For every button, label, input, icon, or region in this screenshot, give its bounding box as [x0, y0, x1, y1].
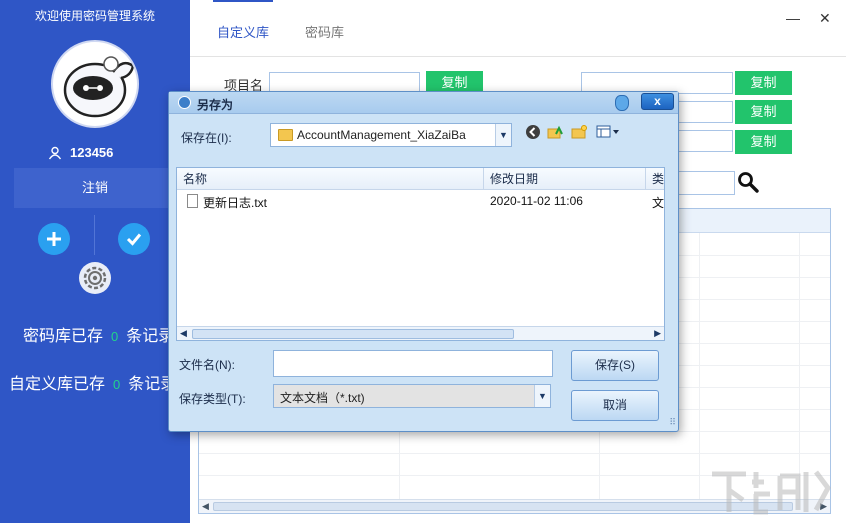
tab-divider [190, 56, 846, 57]
filename-input[interactable] [273, 350, 553, 377]
filetype-value: 文本文档（*.txt) [280, 391, 365, 405]
confirm-button[interactable] [118, 223, 150, 255]
new-folder-button[interactable] [571, 124, 587, 140]
dialog-close-button[interactable]: x [641, 93, 674, 110]
copy-button[interactable]: 复制 [735, 100, 792, 124]
search-button[interactable] [737, 171, 759, 193]
filename-label: 文件名(N): [179, 358, 235, 372]
gear-icon [83, 266, 107, 290]
username: 123456 [70, 145, 114, 160]
column-header-name[interactable]: 名称 [177, 168, 484, 190]
stat-prefix: 密码库已存 [23, 328, 104, 345]
user-row: 123456 [48, 145, 113, 160]
up-folder-icon [547, 125, 563, 139]
stat-count: 0 [113, 377, 121, 392]
minimize-button[interactable]: — [786, 10, 800, 26]
dialog-title: 另存为 [197, 98, 234, 112]
scroll-thumb[interactable] [192, 329, 514, 339]
grid-line [699, 233, 700, 503]
help-icon[interactable] [615, 95, 629, 111]
active-tab-indicator [213, 0, 273, 2]
save-in-dropdown[interactable]: AccountManagement_XiaZaiBa ▼ [270, 123, 512, 147]
new-folder-icon [571, 125, 587, 139]
avatar [51, 40, 139, 128]
password-library-stat: 密码库已存 0 条记录 [0, 322, 190, 346]
sidebar: 欢迎使用密码管理系统 123456 注销 密码库已存 0 条记录 自定义库已存 … [0, 0, 190, 523]
column-header-modified[interactable]: 修改日期 [484, 168, 646, 190]
copy-button[interactable]: 复制 [735, 130, 792, 154]
stat-count: 0 [111, 329, 119, 344]
save-button[interactable]: 保存(S) [571, 350, 659, 381]
up-folder-button[interactable] [547, 124, 563, 140]
file-modified: 2020-11-02 11:06 [490, 194, 583, 208]
robot-avatar-icon [63, 56, 135, 118]
filetype-label: 保存类型(T): [179, 392, 246, 406]
chevron-down-icon[interactable]: ▼ [534, 385, 550, 407]
watermark-logo [706, 464, 838, 520]
custom-library-stat: 自定义库已存 0 条记录 [0, 370, 190, 394]
text-file-icon [187, 194, 198, 208]
save-as-dialog: 另存为 x 保存在(I): AccountManagement_XiaZaiBa… [168, 91, 679, 432]
filetype-dropdown[interactable]: 文本文档（*.txt) ▼ [273, 384, 551, 408]
plus-icon [47, 232, 61, 246]
save-in-label: 保存在(I): [181, 131, 232, 145]
stat-prefix: 自定义库已存 [9, 376, 106, 393]
copy-button[interactable]: 复制 [735, 71, 792, 95]
cancel-button[interactable]: 取消 [571, 390, 659, 421]
tab-custom-library[interactable]: 自定义库 [217, 22, 269, 41]
welcome-text: 欢迎使用密码管理系统 [34, 9, 155, 23]
close-window-button[interactable]: ✕ [819, 10, 831, 27]
watermark-icon [712, 470, 831, 515]
grid-line [199, 453, 830, 454]
file-name[interactable]: 更新日志.txt [203, 194, 267, 211]
save-dialog-icon [178, 96, 191, 109]
user-icon [48, 146, 62, 159]
logout-button[interactable]: 注销 [14, 168, 176, 208]
view-menu-icon [596, 125, 619, 138]
tab-password-library[interactable]: 密码库 [305, 22, 344, 41]
settings-button[interactable] [79, 262, 111, 294]
file-list[interactable]: 名称 修改日期 类型 更新日志.txt 2020-11-02 11:06 文本文… [176, 167, 665, 341]
scroll-left-icon[interactable]: ◀ [180, 328, 187, 339]
divider [94, 215, 95, 255]
search-icon [738, 172, 759, 193]
view-menu-button[interactable] [596, 124, 622, 140]
grid-line [799, 233, 800, 503]
resize-grip-icon[interactable]: ⠿ [669, 417, 676, 428]
column-header-type[interactable]: 类型 [646, 168, 664, 190]
file-list-scrollbar[interactable]: ◀ ▶ [177, 326, 664, 340]
scroll-left-icon[interactable]: ◀ [202, 501, 209, 512]
check-icon [126, 233, 142, 246]
file-type: 文本文档 [652, 196, 665, 210]
scroll-right-icon[interactable]: ▶ [654, 328, 661, 339]
dialog-titlebar[interactable]: 另存为 x [169, 92, 678, 114]
back-arrow-icon [526, 125, 540, 139]
folder-icon [278, 129, 293, 141]
back-button[interactable] [525, 124, 541, 140]
add-button[interactable] [38, 223, 70, 255]
save-in-value: AccountManagement_XiaZaiBa [297, 128, 466, 142]
chevron-down-icon[interactable]: ▼ [495, 124, 511, 146]
